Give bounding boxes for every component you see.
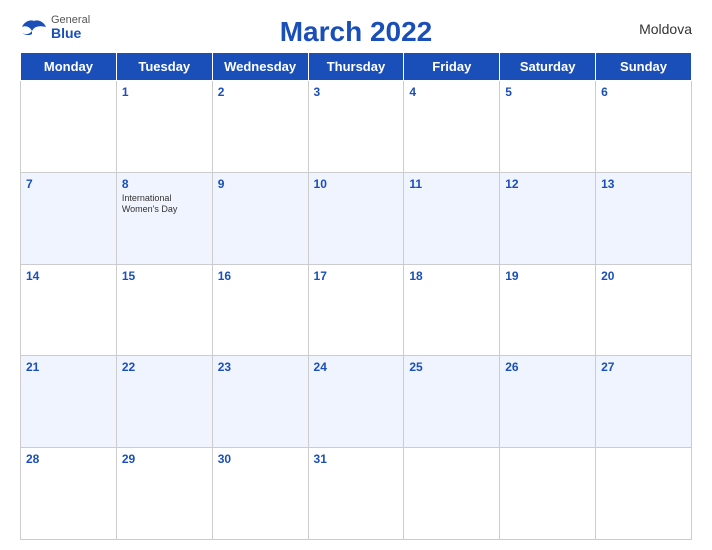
logo-blue-text: Blue <box>51 26 90 41</box>
calendar-day-cell: 28 <box>21 448 117 540</box>
calendar-day-cell: 20 <box>596 264 692 356</box>
calendar-day-cell: 23 <box>212 356 308 448</box>
day-number: 11 <box>409 177 494 191</box>
day-number: 8 <box>122 177 207 191</box>
calendar-week-row: 123456 <box>21 81 692 173</box>
calendar-day-cell: 17 <box>308 264 404 356</box>
day-number: 2 <box>218 85 303 99</box>
calendar-week-row: 28 29 30 31 <box>21 448 692 540</box>
calendar-header: General Blue March 2022 Moldova <box>20 10 692 48</box>
calendar-day-cell: 10 <box>308 172 404 264</box>
day-number: 14 <box>26 269 111 283</box>
day-number: 9 <box>218 177 303 191</box>
calendar-day-cell: 26 <box>500 356 596 448</box>
calendar-day-cell: 22 <box>116 356 212 448</box>
calendar-day-cell: 29 <box>116 448 212 540</box>
day-number: 20 <box>601 269 686 283</box>
logo-bird-icon <box>20 19 48 37</box>
calendar-day-cell: 12 <box>500 172 596 264</box>
day-number: 1 <box>122 85 207 99</box>
day-number: 24 <box>314 360 399 374</box>
country-label: Moldova <box>639 21 692 37</box>
calendar-day-cell: 6 <box>596 81 692 173</box>
day-number: 23 <box>218 360 303 374</box>
calendar-day-cell <box>21 81 117 173</box>
calendar-day-cell: 16 <box>212 264 308 356</box>
calendar-title: March 2022 <box>280 16 433 48</box>
day-number: 18 <box>409 269 494 283</box>
weekday-header: Thursday <box>308 53 404 81</box>
day-number: 16 <box>218 269 303 283</box>
day-number: 28 <box>26 452 111 466</box>
calendar-day-cell: 14 <box>21 264 117 356</box>
day-event: International Women's Day <box>122 193 207 215</box>
calendar-header-row: MondayTuesdayWednesdayThursdayFridaySatu… <box>21 53 692 81</box>
day-number: 31 <box>314 452 399 466</box>
calendar-day-cell: 11 <box>404 172 500 264</box>
calendar-day-cell: 8 International Women's Day <box>116 172 212 264</box>
calendar-day-cell: 5 <box>500 81 596 173</box>
day-number: 17 <box>314 269 399 283</box>
day-number: 26 <box>505 360 590 374</box>
day-number: 15 <box>122 269 207 283</box>
day-number: 4 <box>409 85 494 99</box>
calendar-week-row: 14 15 16 17 18 19 20 <box>21 264 692 356</box>
weekday-header: Tuesday <box>116 53 212 81</box>
weekday-header: Friday <box>404 53 500 81</box>
day-number: 19 <box>505 269 590 283</box>
calendar-day-cell <box>596 448 692 540</box>
calendar-week-row: 21 22 23 24 25 26 27 <box>21 356 692 448</box>
calendar-day-cell: 18 <box>404 264 500 356</box>
calendar-day-cell: 4 <box>404 81 500 173</box>
calendar-day-cell: 19 <box>500 264 596 356</box>
day-number: 25 <box>409 360 494 374</box>
day-number: 3 <box>314 85 399 99</box>
day-number: 29 <box>122 452 207 466</box>
day-number: 7 <box>26 177 111 191</box>
calendar-day-cell: 7 <box>21 172 117 264</box>
calendar-day-cell: 24 <box>308 356 404 448</box>
day-number: 12 <box>505 177 590 191</box>
calendar-day-cell: 2 <box>212 81 308 173</box>
day-number: 5 <box>505 85 590 99</box>
calendar-day-cell: 25 <box>404 356 500 448</box>
calendar-day-cell: 9 <box>212 172 308 264</box>
logo: General Blue <box>20 14 90 41</box>
day-number: 22 <box>122 360 207 374</box>
day-number: 6 <box>601 85 686 99</box>
calendar-week-row: 78 International Women's Day 9 10 11 12 13 <box>21 172 692 264</box>
calendar-day-cell: 27 <box>596 356 692 448</box>
weekday-header: Wednesday <box>212 53 308 81</box>
calendar-day-cell: 30 <box>212 448 308 540</box>
calendar-day-cell: 13 <box>596 172 692 264</box>
calendar-day-cell: 31 <box>308 448 404 540</box>
day-number: 30 <box>218 452 303 466</box>
day-number: 10 <box>314 177 399 191</box>
day-number: 21 <box>26 360 111 374</box>
calendar-day-cell <box>500 448 596 540</box>
weekday-header: Sunday <box>596 53 692 81</box>
calendar-day-cell <box>404 448 500 540</box>
calendar-day-cell: 21 <box>21 356 117 448</box>
calendar-table: MondayTuesdayWednesdayThursdayFridaySatu… <box>20 52 692 540</box>
weekday-header: Monday <box>21 53 117 81</box>
calendar-day-cell: 15 <box>116 264 212 356</box>
calendar-day-cell: 3 <box>308 81 404 173</box>
day-number: 27 <box>601 360 686 374</box>
day-number: 13 <box>601 177 686 191</box>
calendar-day-cell: 1 <box>116 81 212 173</box>
weekday-header: Saturday <box>500 53 596 81</box>
